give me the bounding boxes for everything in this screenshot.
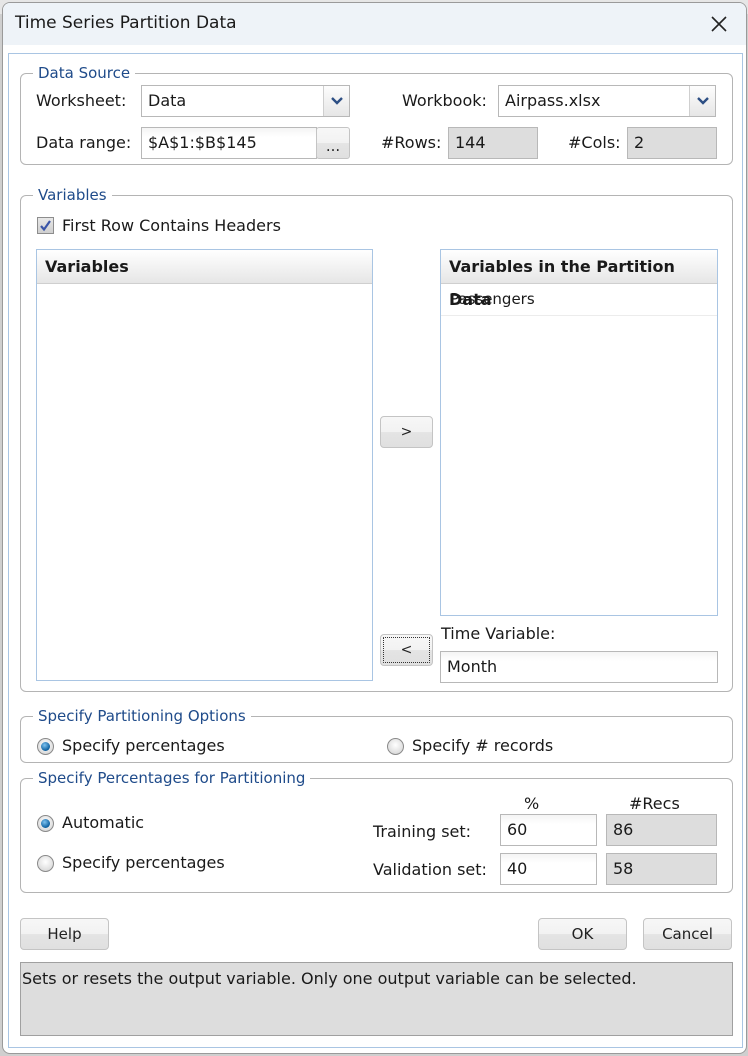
partitioning-options-group: Specify Partitioning Options Specify per… xyxy=(20,706,733,763)
automatic-label: Automatic xyxy=(62,813,145,832)
training-recs-value: 86 xyxy=(606,814,717,846)
browse-range-button[interactable]: ... xyxy=(316,127,350,159)
cancel-button[interactable]: Cancel xyxy=(643,918,732,950)
chevron-down-icon[interactable] xyxy=(689,86,715,116)
recs-column-header: #Recs xyxy=(629,794,680,813)
dialog-content: Data Source Worksheet: Data Workbook: Ai… xyxy=(8,53,743,1048)
workbook-value: Airpass.xlsx xyxy=(505,91,601,110)
worksheet-label: Worksheet: xyxy=(36,91,127,110)
available-variables-list[interactable]: Variables xyxy=(36,249,373,681)
ok-button[interactable]: OK xyxy=(538,918,627,950)
help-button[interactable]: Help xyxy=(20,918,109,950)
dialog-title: Time Series Partition Data xyxy=(15,13,237,33)
variables-group: Variables First Row Contains Headers Var… xyxy=(20,185,733,692)
data-source-legend: Data Source xyxy=(33,63,136,83)
worksheet-value: Data xyxy=(148,91,187,110)
rows-label: #Rows: xyxy=(381,133,442,152)
time-variable-label: Time Variable: xyxy=(441,624,556,643)
partitioning-options-legend: Specify Partitioning Options xyxy=(33,706,251,726)
first-row-headers-checkbox[interactable] xyxy=(37,217,54,234)
specify-percentages-radio[interactable] xyxy=(37,738,54,755)
specify-records-label: Specify # records xyxy=(412,736,554,755)
specify-percentages-radio-2[interactable] xyxy=(37,855,54,872)
list-item[interactable]: Passengers xyxy=(441,284,717,316)
specify-percentages-label-2: Specify percentages xyxy=(62,853,225,872)
available-variables-header: Variables xyxy=(37,250,372,284)
percent-column-header: % xyxy=(524,794,540,813)
partition-variables-header: Variables in the Partition Data xyxy=(441,250,717,309)
cols-label: #Cols: xyxy=(568,133,621,152)
partition-variables-list[interactable]: Variables in the Partition Data Passenge… xyxy=(440,249,718,616)
close-button[interactable] xyxy=(704,9,734,39)
variables-legend: Variables xyxy=(33,185,112,205)
checkmark-icon xyxy=(40,220,51,232)
specify-percentages-label: Specify percentages xyxy=(62,736,225,755)
time-variable-input[interactable]: Month xyxy=(440,651,718,683)
validation-percent-input[interactable]: 40 xyxy=(500,853,597,885)
percentages-legend: Specify Percentages for Partitioning xyxy=(33,768,311,788)
chevron-down-icon[interactable] xyxy=(323,86,349,116)
worksheet-select[interactable]: Data xyxy=(141,85,350,117)
rows-value: 144 xyxy=(448,127,538,159)
automatic-radio[interactable] xyxy=(37,815,54,832)
status-description: Sets or resets the output variable. Only… xyxy=(20,962,733,1036)
training-set-label: Training set: xyxy=(373,822,472,841)
title-bar: Time Series Partition Data xyxy=(3,3,746,45)
dialog-window: Time Series Partition Data Data Source W… xyxy=(2,2,747,1054)
move-right-button[interactable]: > xyxy=(380,416,433,448)
workbook-select[interactable]: Airpass.xlsx xyxy=(498,85,716,117)
move-left-button[interactable]: < xyxy=(380,634,433,666)
data-range-input[interactable]: $A$1:$B$145 xyxy=(141,127,317,159)
first-row-headers-label: First Row Contains Headers xyxy=(62,216,281,235)
workbook-label: Workbook: xyxy=(402,91,487,110)
validation-set-label: Validation set: xyxy=(373,860,487,879)
specify-records-radio[interactable] xyxy=(387,738,404,755)
close-x-icon xyxy=(711,16,727,32)
training-percent-input[interactable]: 60 xyxy=(500,814,597,846)
cols-value: 2 xyxy=(627,127,717,159)
validation-recs-value: 58 xyxy=(606,853,717,885)
percentages-group: Specify Percentages for Partitioning Aut… xyxy=(20,768,733,893)
data-range-label: Data range: xyxy=(36,133,132,152)
data-source-group: Data Source Worksheet: Data Workbook: Ai… xyxy=(20,63,733,165)
